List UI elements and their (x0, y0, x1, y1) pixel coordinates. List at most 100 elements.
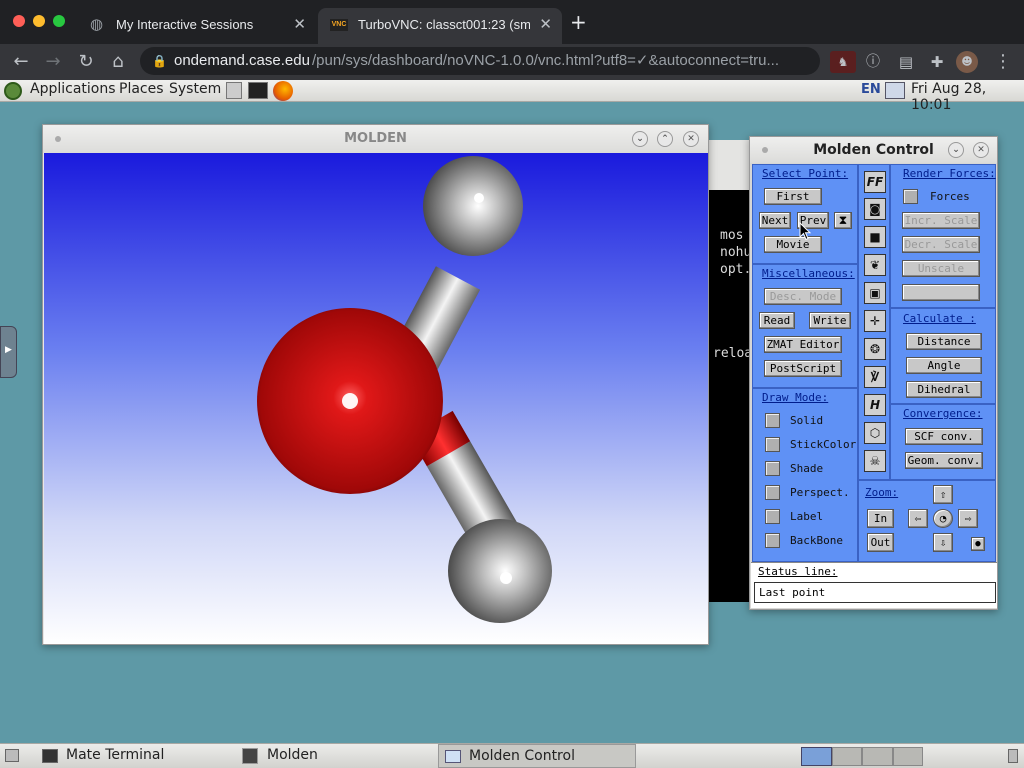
skull-icon[interactable]: ☠ (864, 450, 886, 472)
hydrogen-atom-lower[interactable] (448, 519, 552, 623)
address-bar[interactable]: 🔒 ondemand.case.edu /pun/sys/dashboard/n… (140, 47, 820, 75)
shade-checkbox[interactable] (765, 461, 780, 476)
close-tab-icon[interactable]: ✕ (293, 8, 306, 42)
hydrogen-atom-upper[interactable] (423, 156, 523, 256)
reload-icon[interactable]: ↻ (73, 44, 99, 80)
zoom-out-button[interactable]: Out (867, 533, 894, 552)
desc-mode-button[interactable]: Desc. Mode (764, 288, 842, 305)
box-icon[interactable]: ▣ (864, 282, 886, 304)
blank-button[interactable] (902, 284, 980, 301)
clock[interactable]: Fri Aug 28, 10:01 (911, 81, 1024, 113)
network-icon[interactable] (885, 82, 905, 99)
window-menu-icon[interactable] (55, 136, 61, 142)
write-button[interactable]: Write (809, 312, 851, 329)
workspace-2[interactable] (831, 747, 862, 766)
show-desktop-icon[interactable] (5, 749, 19, 762)
orbital-icon[interactable]: ❂ (864, 338, 886, 360)
trash-icon[interactable] (1008, 749, 1018, 763)
angle-button[interactable]: Angle (906, 357, 982, 374)
molden-titlebar[interactable]: MOLDEN ⌄ ⌃ ✕ (43, 125, 708, 153)
window-menu-icon[interactable] (762, 147, 768, 153)
document-icon[interactable]: ▤ (893, 44, 919, 80)
minimize-window-icon[interactable] (33, 15, 45, 27)
workspace-1[interactable] (801, 747, 832, 766)
zmat-editor-button[interactable]: ZMAT Editor (764, 336, 842, 353)
avatar[interactable]: ☻ (956, 51, 978, 73)
camera-icon[interactable]: ◙ (864, 198, 886, 220)
info-icon[interactable]: ⓘ (860, 44, 886, 80)
incr-scale-button[interactable]: Incr. Scale (902, 212, 980, 229)
keyboard-layout[interactable]: EN (861, 82, 881, 97)
pan-down-icon[interactable]: ⇩ (933, 533, 953, 552)
first-button[interactable]: First (764, 188, 822, 205)
tab-label: My Interactive Sessions (116, 17, 254, 32)
terminal-launcher-icon[interactable] (248, 82, 268, 99)
menu-icon[interactable]: ⋮ (990, 44, 1016, 80)
workspace-3[interactable] (862, 747, 893, 766)
workspace-switcher[interactable] (801, 747, 923, 766)
forcefield-icon[interactable]: FF (864, 171, 886, 193)
stickcolor-checkbox[interactable] (765, 437, 780, 452)
back-icon[interactable]: ← (8, 44, 34, 80)
home-icon[interactable]: ⌂ (105, 44, 131, 80)
dihedral-button[interactable]: Dihedral (906, 381, 982, 398)
decr-scale-button[interactable]: Decr. Scale (902, 236, 980, 253)
puzzle-icon[interactable]: ✚ (924, 44, 950, 80)
solid-checkbox[interactable] (765, 413, 780, 428)
calculator-icon[interactable] (226, 82, 242, 99)
close-tab-icon[interactable]: ✕ (539, 8, 552, 42)
label-checkbox[interactable] (765, 509, 780, 524)
next-button[interactable]: Next (759, 212, 791, 229)
postscript-button[interactable]: PostScript (764, 360, 842, 377)
select-point-heading: Select Point: (762, 167, 849, 180)
firefox-icon[interactable] (273, 81, 293, 101)
perspective-label: Perspect. (790, 486, 850, 499)
molecule-viewport[interactable] (44, 153, 708, 644)
scf-conv-button[interactable]: SCF conv. (905, 428, 983, 445)
axes-icon[interactable]: ✛ (864, 310, 886, 332)
pan-right-icon[interactable]: ⇨ (958, 509, 978, 528)
close-window-icon[interactable] (13, 15, 25, 27)
close-icon[interactable]: ✕ (683, 131, 699, 147)
new-tab-button[interactable]: + (570, 10, 587, 34)
forces-checkbox[interactable] (903, 189, 918, 204)
terminal-icon (42, 749, 58, 763)
forward-icon[interactable]: → (40, 44, 66, 80)
hydrogen-icon[interactable]: H (864, 394, 886, 416)
read-button[interactable]: Read (759, 312, 795, 329)
workspace-4[interactable] (892, 747, 923, 766)
menu-applications[interactable]: Applications (30, 81, 116, 97)
menu-system[interactable]: System (169, 81, 221, 97)
zoom-in-button[interactable]: In (867, 509, 894, 528)
pan-left-icon[interactable]: ⇦ (908, 509, 928, 528)
shape-icon[interactable]: ❦ (864, 254, 886, 276)
movie-button[interactable]: Movie (764, 236, 822, 253)
novnc-control-handle[interactable]: ▶ (0, 326, 17, 378)
menu-places[interactable]: Places (119, 81, 164, 97)
protein-icon[interactable]: ℣ (864, 366, 886, 388)
taskbar-molden-control[interactable]: Molden Control (438, 744, 636, 768)
perspective-checkbox[interactable] (765, 485, 780, 500)
close-icon[interactable]: ✕ (973, 142, 989, 158)
molecule-icon[interactable]: ⬡ (864, 422, 886, 444)
tab-turbovnc[interactable]: VNC TurboVNC: classct001:23 (smp ✕ (318, 8, 562, 44)
movie-camera-icon[interactable]: ■ (864, 226, 886, 248)
url-host: ondemand.case.edu (174, 52, 310, 69)
taskbar-molden[interactable]: Molden (238, 744, 438, 768)
backbone-checkbox[interactable] (765, 533, 780, 548)
distance-button[interactable]: Distance (906, 333, 982, 350)
center-dot-icon[interactable]: ● (971, 537, 985, 551)
pan-up-icon[interactable]: ⇧ (933, 485, 953, 504)
hourglass-icon[interactable]: ⧗ (834, 212, 852, 229)
tab-my-interactive-sessions[interactable]: ◍ My Interactive Sessions ✕ (76, 8, 316, 44)
taskbar-mate-terminal[interactable]: Mate Terminal (38, 744, 238, 768)
maximize-icon[interactable]: ⌃ (657, 131, 673, 147)
extension-icon[interactable]: ♞ (830, 51, 856, 73)
rotate-icon[interactable]: ◔ (933, 509, 953, 528)
maximize-window-icon[interactable] (53, 15, 65, 27)
control-titlebar[interactable]: Molden Control ⌄ ✕ (750, 137, 997, 163)
minimize-icon[interactable]: ⌄ (632, 131, 648, 147)
minimize-icon[interactable]: ⌄ (948, 142, 964, 158)
geom-conv-button[interactable]: Geom. conv. (905, 452, 983, 469)
unscale-button[interactable]: Unscale (902, 260, 980, 277)
